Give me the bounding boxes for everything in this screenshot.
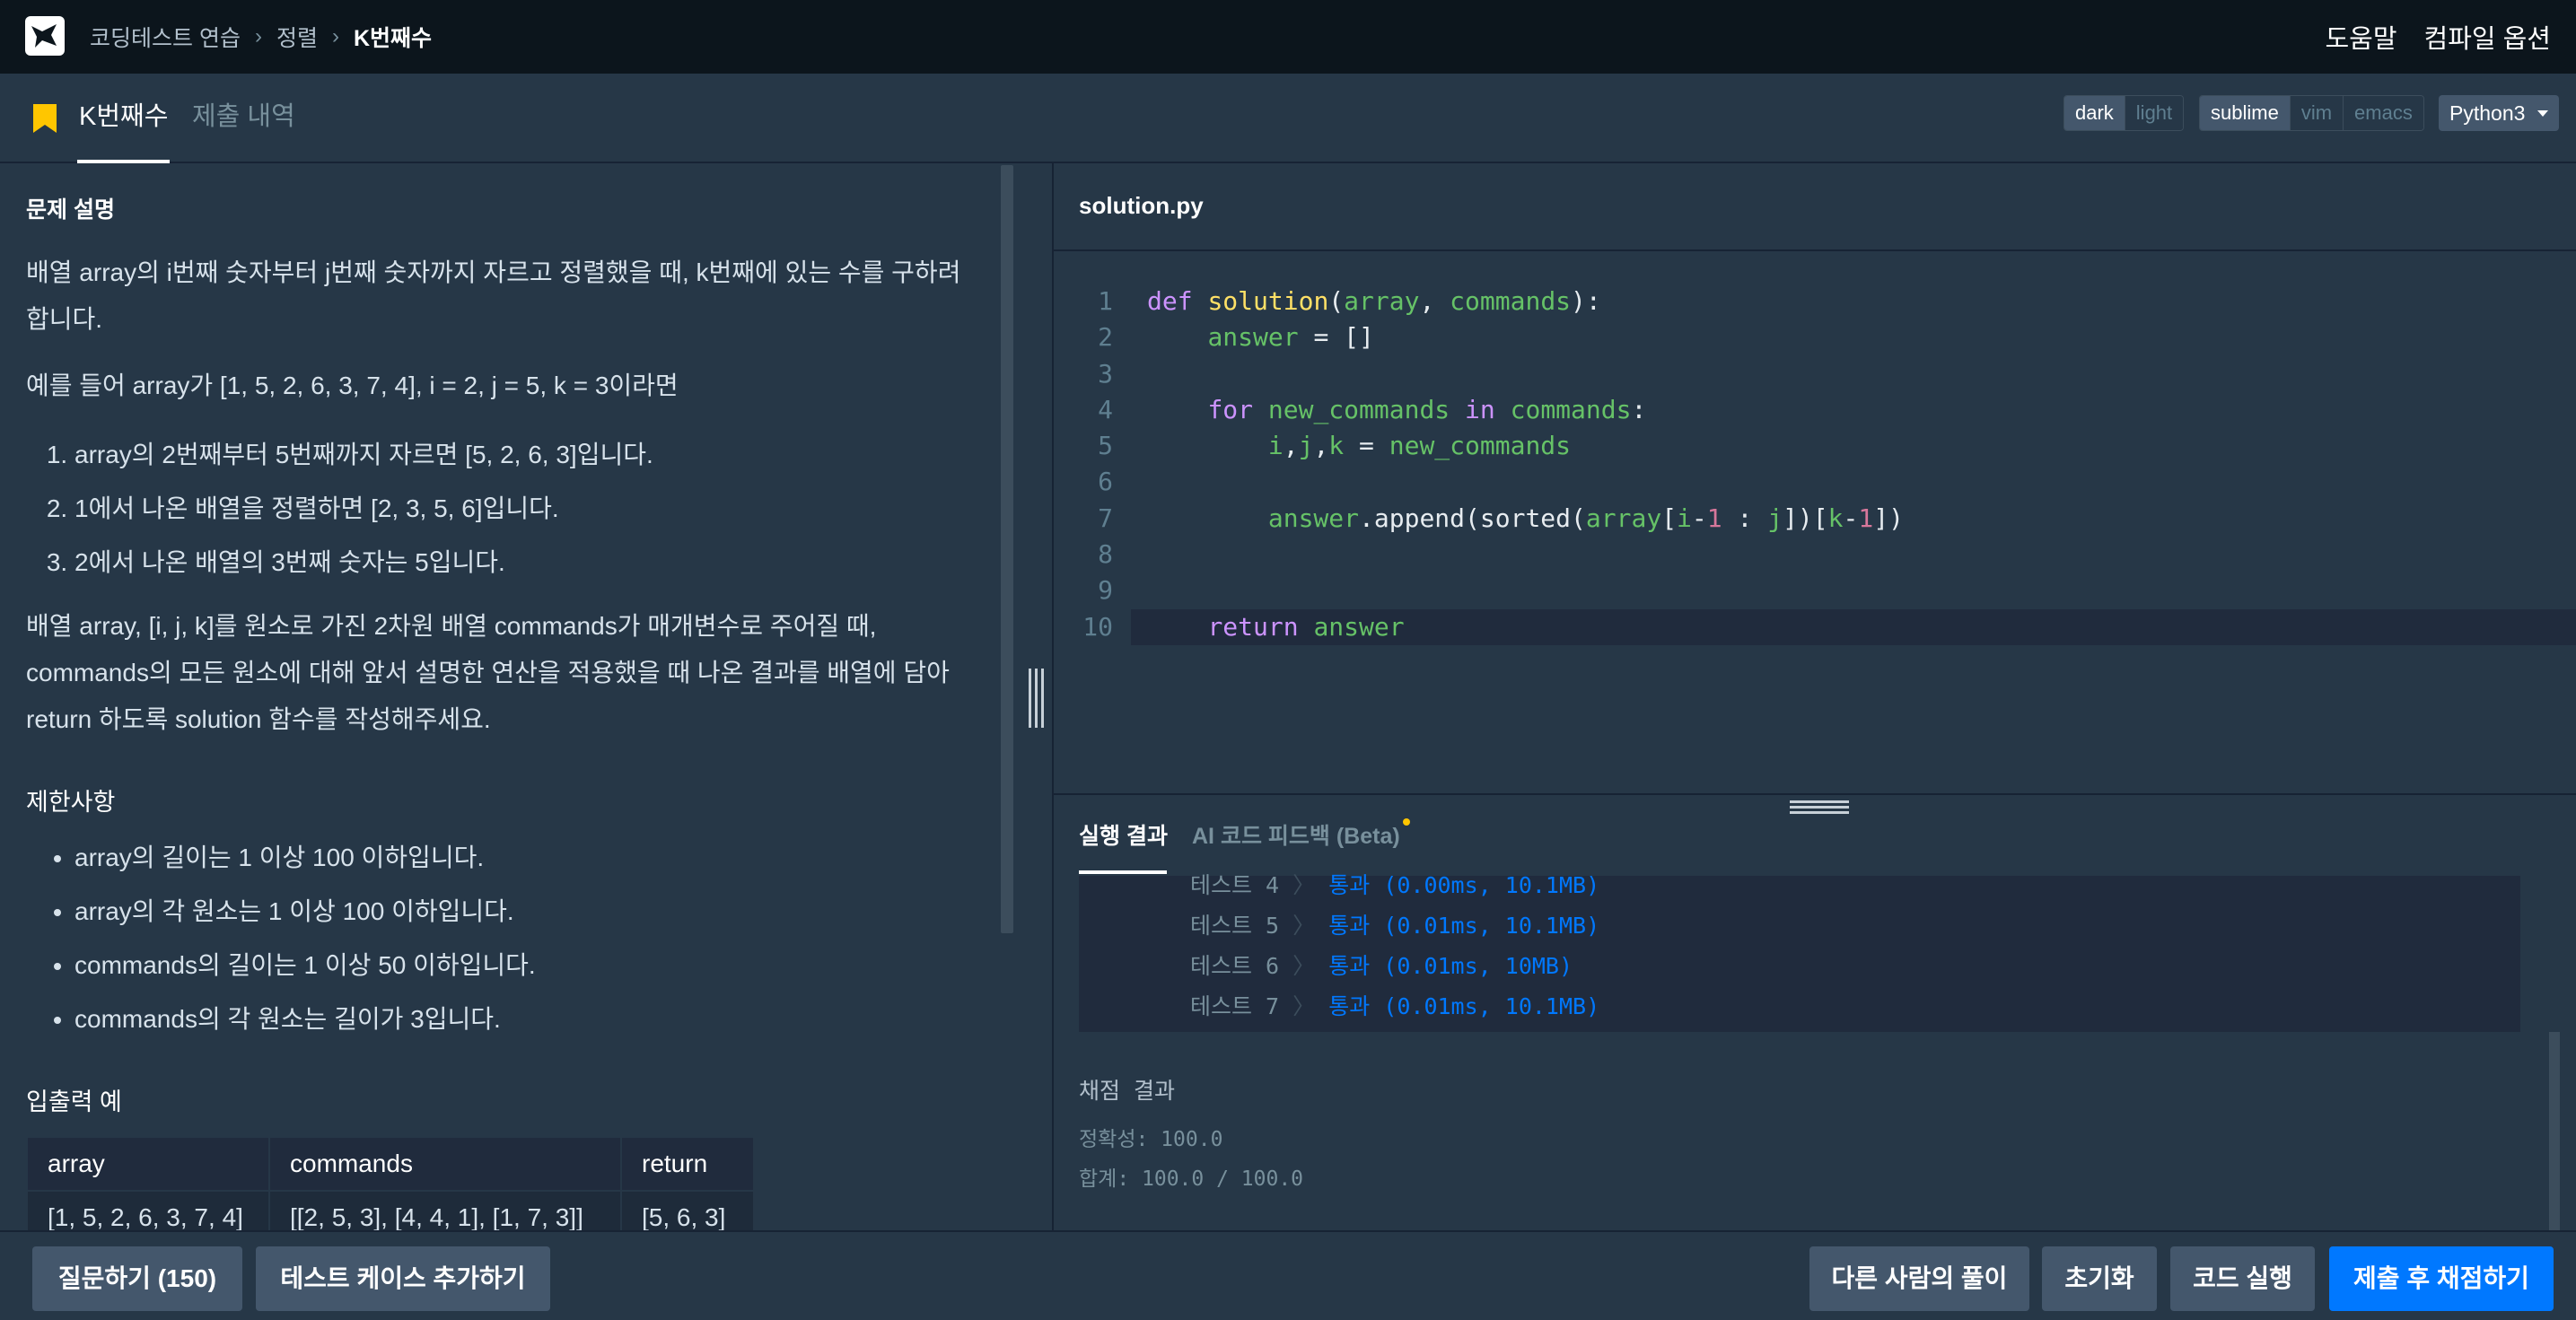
bookmark-icon[interactable]: [33, 104, 57, 133]
editor-filename: solution.py: [1079, 192, 1204, 219]
test-results-list: 테스트 4 〉 통과 (0.00ms, 10.1MB) 테스트 5 〉 통과 (…: [1079, 872, 2520, 1032]
list-item: commands의 각 원소는 길이가 3입니다.: [74, 992, 536, 1046]
problem-pane: 문제 설명 배열 array의 i번째 숫자부터 j번째 숫자까지 자르고 정렬…: [0, 165, 1016, 1230]
theme-light-button[interactable]: light: [2124, 96, 2184, 130]
list-item: 테스트 6 〉 통과 (0.01ms, 10MB): [1190, 953, 1573, 979]
add-testcase-button[interactable]: 테스트 케이스 추가하기: [256, 1246, 550, 1311]
reset-button[interactable]: 초기화: [2042, 1246, 2157, 1311]
code-line: 8: [1098, 539, 1113, 570]
table-header-array: array: [26, 1136, 270, 1192]
io-example-heading: 입출력 예: [26, 1088, 122, 1115]
submit-button[interactable]: 제출 후 채점하기: [2329, 1246, 2554, 1311]
others-solutions-button[interactable]: 다른 사람의 풀이: [1809, 1246, 2029, 1311]
grade-total: 합계: 100.0 / 100.0: [1079, 1167, 1304, 1191]
pane-resize-handle[interactable]: [1029, 669, 1045, 728]
breadcrumb-item-sort[interactable]: 정렬: [276, 21, 318, 53]
top-nav: 코딩테스트 연습 › 정렬 › K번째수 도움말 컴파일 옵션: [0, 0, 2576, 74]
table-header-row: array commands return: [26, 1136, 755, 1192]
list-item: array의 각 원소는 1 이상 100 이하입니다.: [74, 885, 536, 939]
keymap-vim-button[interactable]: vim: [2289, 96, 2344, 130]
list-item: array의 길이는 1 이상 100 이하입니다.: [74, 831, 536, 885]
grade-accuracy: 정확성: 100.0: [1079, 1128, 1223, 1151]
limits-list: array의 길이는 1 이상 100 이하입니다. array의 각 원소는 …: [10, 831, 536, 1046]
code-line: 7 answer.append(sorted(array[i-1 : j])[k…: [1098, 503, 1904, 533]
problem-scrollbar[interactable]: [1001, 165, 1013, 933]
keymap-emacs-button[interactable]: emacs: [2343, 96, 2423, 130]
code-line: 3: [1098, 358, 1113, 389]
code-line: 9: [1098, 575, 1113, 606]
help-link[interactable]: 도움말: [2325, 18, 2396, 56]
theme-toggle: dark light: [2063, 95, 2185, 131]
io-example-table: array commands return [1, 5, 2, 6, 3, 7,…: [26, 1136, 755, 1246]
code-line: 6: [1098, 467, 1113, 497]
code-editor[interactable]: 1 def solution(array, commands): 2 answer…: [1054, 284, 2576, 645]
caret-down-icon: [2537, 110, 2548, 117]
limits-heading: 제한사항: [26, 789, 116, 816]
list-item: 테스트 7 〉 통과 (0.01ms, 10.1MB): [1190, 993, 1600, 1019]
description-paragraph-3: 배열 array, [i, j, k]를 원소로 가진 2차원 배열 comma…: [26, 612, 950, 733]
breadcrumb-item-current: K번째수: [353, 26, 433, 51]
chevron-right-icon: ›: [254, 24, 262, 48]
list-item: 2에서 나온 배열의 3번째 숫자는 5입니다.: [74, 536, 653, 590]
description-paragraph-2: 예를 들어 array가 [1, 5, 2, 6, 3, 7, 4], i = …: [26, 372, 679, 399]
tab-bar: [0, 74, 2576, 163]
list-item: 테스트 4 〉 통과 (0.00ms, 10.1MB): [1190, 872, 1600, 898]
code-line-current: 10 return answer: [1082, 608, 2576, 645]
tab-ai-feedback[interactable]: AI 코드 피드백 (Beta): [1192, 818, 1400, 851]
list-item: 테스트 5 〉 통과 (0.01ms, 10.1MB): [1190, 913, 1600, 939]
table-header-commands: commands: [268, 1136, 622, 1192]
breadcrumb-item-practice[interactable]: 코딩테스트 연습: [90, 21, 241, 53]
theme-dark-button[interactable]: dark: [2064, 96, 2125, 130]
language-select[interactable]: Python3: [2439, 95, 2559, 131]
grade-title: 채점 결과: [1079, 1078, 1176, 1104]
new-badge-dot: [1403, 818, 1410, 826]
chevron-right-icon: ›: [331, 24, 339, 48]
code-line: 1 def solution(array, commands):: [1098, 286, 1601, 316]
results-scrollbar[interactable]: [2549, 1032, 2560, 1230]
compile-options-link[interactable]: 컴파일 옵션: [2424, 18, 2551, 56]
list-item: 1에서 나온 배열을 정렬하면 [2, 3, 5, 6]입니다.: [74, 482, 653, 536]
active-tab-indicator: [1079, 870, 1167, 874]
code-line: 2 answer = []: [1098, 322, 1374, 353]
code-line: 5 i,j,k = new_commands: [1098, 431, 1572, 461]
keymap-sublime-button[interactable]: sublime: [2200, 96, 2290, 130]
description-paragraph-1: 배열 array의 i번째 숫자부터 j번째 숫자까지 자르고 정렬했을 때, …: [26, 258, 961, 333]
tab-problem[interactable]: K번째수: [77, 74, 171, 163]
list-item: commands의 길이는 1 이상 50 이하입니다.: [74, 939, 536, 992]
tab-submissions[interactable]: 제출 내역: [192, 74, 295, 163]
results-resize-handle[interactable]: [1790, 800, 1849, 815]
ask-question-button[interactable]: 질문하기 (150): [32, 1246, 242, 1311]
tab-run-result[interactable]: 실행 결과: [1079, 818, 1168, 851]
breadcrumb: 코딩테스트 연습 › 정렬 › K번째수: [90, 0, 432, 74]
table-header-return: return: [620, 1136, 755, 1192]
list-item: array의 2번째부터 5번째까지 자르면 [5, 2, 6, 3]입니다.: [74, 428, 653, 482]
language-select-value: Python3: [2449, 101, 2526, 125]
code-line: 4 for new_commands in commands:: [1098, 394, 1647, 424]
example-steps-list: array의 2번째부터 5번째까지 자르면 [5, 2, 6, 3]입니다. …: [10, 428, 653, 590]
run-code-button[interactable]: 코드 실행: [2170, 1246, 2315, 1311]
logo-icon[interactable]: [25, 16, 65, 56]
description-heading: 문제 설명: [26, 197, 115, 223]
keymap-toggle: sublime vim emacs: [2199, 95, 2424, 131]
editor-header: [1054, 165, 2576, 251]
results-divider: [1054, 793, 2576, 795]
